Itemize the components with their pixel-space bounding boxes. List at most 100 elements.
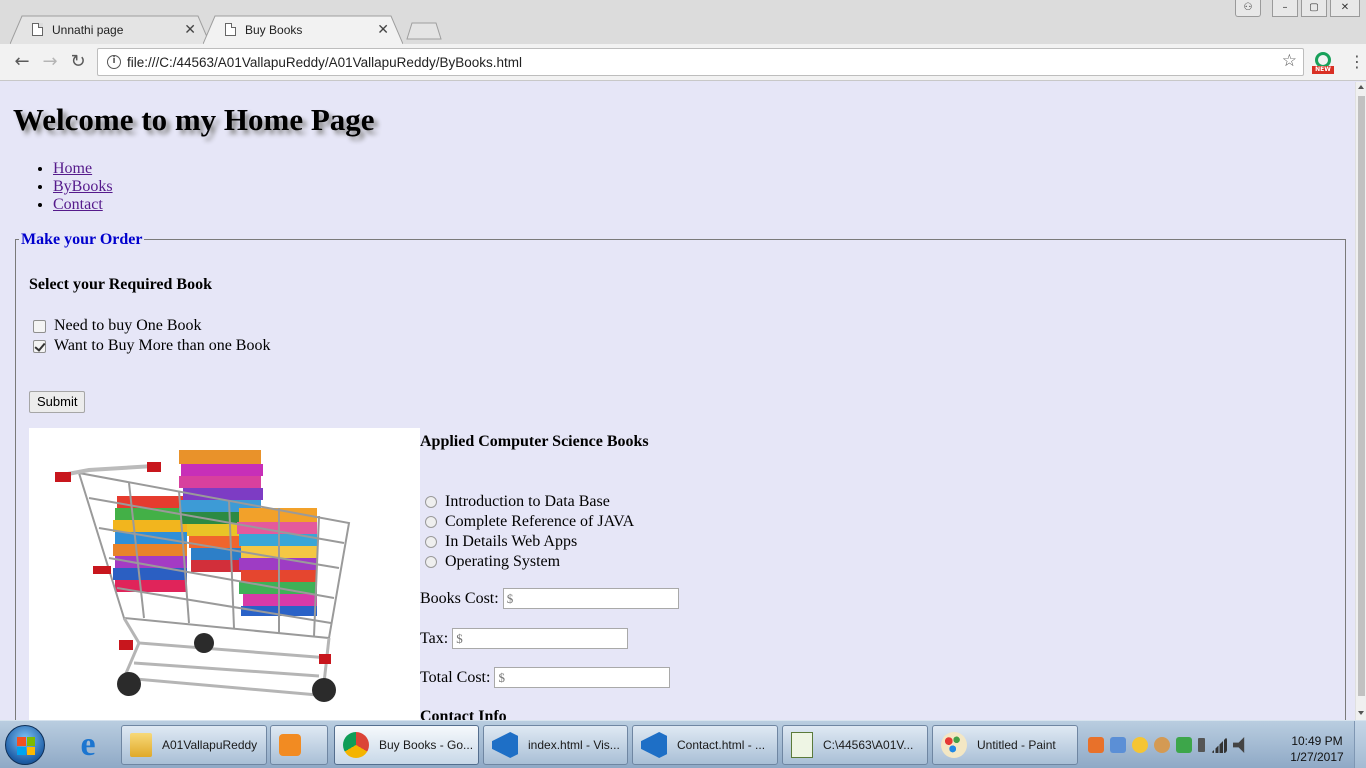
more-books-checkbox[interactable]	[33, 339, 46, 353]
tray-network-app-icon[interactable]	[1110, 737, 1126, 753]
url-text[interactable]: file:///C:/44563/A01VallapuReddy/A01Vall…	[127, 55, 522, 70]
taskbar-button-notepad[interactable]: C:\44563\A01V...	[782, 725, 928, 765]
option-one-book[interactable]: Need to buy One Book	[33, 317, 202, 335]
tab-unnathi-page[interactable]: Unnathi page ✕	[10, 15, 210, 44]
maximize-button[interactable]: ▢	[1301, 0, 1327, 17]
cart-wheel	[194, 633, 214, 653]
submit-button[interactable]: Submit	[29, 391, 86, 413]
signal-icon[interactable]	[1211, 737, 1227, 753]
taskbar-label: Untitled - Paint	[977, 738, 1056, 752]
back-arrow-icon[interactable]: ←	[10, 51, 34, 73]
cart-bumper	[119, 640, 133, 650]
tray-security-icon[interactable]	[1176, 737, 1192, 753]
system-clock[interactable]: 10:49 PM 1/27/2017	[1286, 733, 1348, 765]
scroll-down-arrow-icon[interactable]	[1358, 711, 1364, 715]
info-icon[interactable]: i	[107, 55, 121, 69]
folder-icon	[130, 733, 152, 757]
book-option-operating-system[interactable]: Operating System	[425, 553, 560, 571]
tax-label: Tax:	[420, 629, 449, 647]
books-heading: Applied Computer Science Books	[420, 433, 649, 450]
battery-icon[interactable]	[1198, 738, 1205, 752]
user-icon[interactable]: ⚇	[1235, 0, 1261, 17]
java-radio[interactable]	[425, 516, 437, 528]
page-scrollbar[interactable]	[1355, 82, 1366, 720]
visual-studio-icon	[641, 732, 667, 758]
book-label: Complete Reference of JAVA	[445, 513, 635, 530]
window-controls: ⚇ – ▢ ✕	[1235, 0, 1360, 17]
nav-item-bybooks: ByBooks	[53, 178, 113, 196]
nav-list: Home ByBooks Contact	[53, 160, 113, 214]
scroll-up-arrow-icon[interactable]	[1358, 85, 1364, 89]
browser-toolbar: ← → ↻ i file:///C:/44563/A01VallapuReddy…	[0, 44, 1366, 81]
close-icon[interactable]: ✕	[377, 21, 389, 37]
taskbar-button-contact-html[interactable]: Contact.html - ...	[632, 725, 778, 765]
taskbar-label: A01VallapuReddy	[162, 738, 258, 752]
taskbar-button-paint[interactable]: Untitled - Paint	[932, 725, 1078, 765]
nav-item-home: Home	[53, 160, 113, 178]
extension-badge: NEW	[1312, 66, 1334, 74]
bookmark-star-icon[interactable]: ☆	[1282, 51, 1297, 71]
contact-link[interactable]: Contact	[53, 196, 103, 213]
page-icon	[32, 23, 43, 36]
clock-date: 1/27/2017	[1290, 750, 1344, 764]
book-option-web-apps[interactable]: In Details Web Apps	[425, 533, 577, 551]
books-cost-row: Books Cost:	[420, 588, 679, 609]
bybooks-link[interactable]: ByBooks	[53, 178, 113, 195]
taskbar-button-chrome[interactable]: Buy Books - Go...	[334, 725, 479, 765]
taskbar-label: C:\44563\A01V...	[823, 738, 914, 752]
option-label: Need to buy One Book	[54, 317, 202, 334]
total-cost-input[interactable]	[494, 667, 671, 688]
one-book-checkbox[interactable]	[33, 319, 46, 333]
close-icon[interactable]: ✕	[184, 21, 196, 37]
tax-input[interactable]	[452, 628, 629, 649]
taskbar-button-explorer[interactable]: A01VallapuReddy	[121, 725, 267, 765]
book-option-java[interactable]: Complete Reference of JAVA	[425, 513, 634, 531]
close-window-button[interactable]: ✕	[1330, 0, 1360, 17]
cart-bumper	[93, 566, 111, 574]
books-cost-label: Books Cost:	[420, 589, 499, 607]
total-cost-label: Total Cost:	[420, 668, 491, 686]
book-option-database[interactable]: Introduction to Data Base	[425, 493, 610, 511]
cart-illustration	[55, 450, 351, 702]
start-button[interactable]	[5, 725, 45, 765]
cart-wheel	[312, 678, 336, 702]
tray-sun-icon[interactable]	[1132, 737, 1148, 753]
extension-icon[interactable]: NEW	[1312, 52, 1334, 74]
cart-handle	[56, 464, 155, 478]
book-label: In Details Web Apps	[445, 533, 578, 550]
volume-muted-icon[interactable]	[1233, 737, 1245, 753]
cart-wheel	[117, 672, 141, 696]
books-cost-input[interactable]	[502, 588, 679, 609]
reload-icon[interactable]: ↻	[66, 51, 90, 73]
contact-info-heading: Contact Info	[420, 708, 507, 720]
browser-tabstrip: Unnathi page ✕ Buy Books ✕ ⚇ – ▢ ✕	[0, 0, 1366, 44]
minimize-button[interactable]: –	[1272, 0, 1298, 17]
taskbar-button-index-html[interactable]: index.html - Vis...	[483, 725, 628, 765]
tab-buy-books[interactable]: Buy Books ✕	[203, 15, 403, 44]
scroll-thumb[interactable]	[1358, 96, 1365, 696]
forward-arrow-icon[interactable]: →	[38, 51, 62, 73]
paint-icon	[941, 732, 967, 758]
page-title: Welcome to my Home Page	[13, 102, 375, 137]
tax-row: Tax:	[420, 628, 629, 649]
web-apps-radio[interactable]	[425, 536, 437, 548]
tray-app-icon[interactable]	[1088, 737, 1104, 753]
database-radio[interactable]	[425, 496, 437, 508]
browser-menu-icon[interactable]: ⋮	[1349, 52, 1365, 72]
operating-system-radio[interactable]	[425, 556, 437, 568]
taskbar-button-media-player[interactable]	[270, 725, 328, 765]
internet-explorer-icon[interactable]: e	[70, 728, 106, 764]
address-bar[interactable]: i file:///C:/44563/A01VallapuReddy/A01Va…	[97, 48, 1304, 76]
home-link[interactable]: Home	[53, 160, 92, 177]
show-desktop-button[interactable]	[1354, 721, 1366, 768]
page-viewport: Welcome to my Home Page Home ByBooks Con…	[5, 82, 1355, 720]
select-book-heading: Select your Required Book	[29, 276, 212, 293]
tray-cloud-icon[interactable]	[1154, 737, 1170, 753]
book-stack-left	[113, 496, 187, 592]
page-icon	[225, 23, 236, 36]
cart-frame	[122, 617, 331, 698]
new-tab-button[interactable]	[406, 22, 442, 40]
cart-bumper	[319, 654, 331, 664]
option-more-books[interactable]: Want to Buy More than one Book	[33, 337, 270, 355]
total-cost-row: Total Cost:	[420, 667, 671, 688]
